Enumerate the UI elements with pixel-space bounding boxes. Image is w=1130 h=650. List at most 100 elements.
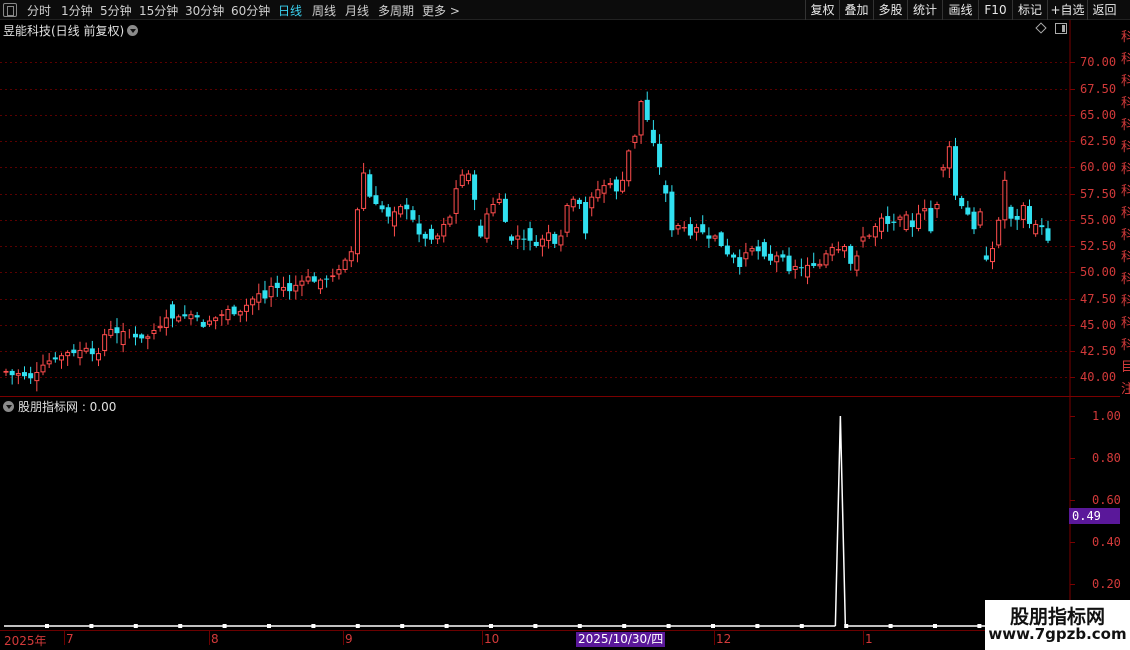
diamond-icon[interactable] [1035,22,1047,34]
indicator-title[interactable]: 股朋指标网 : 0.00 [3,398,116,415]
candle-down [761,242,767,257]
candle-down [428,228,434,240]
side-panel-text: 科 [1121,250,1130,265]
candle-down [811,263,817,266]
indicator-marker [89,624,94,628]
candle-up [15,373,21,376]
side-panel-text: 注 [1121,382,1130,397]
period-60min[interactable]: 60分钟 [231,2,270,19]
side-panel-edge[interactable]: 科科科科科科科科科科科科科科科目注 [1120,22,1130,626]
date-label-dec: 12 [716,632,732,646]
candle-up [977,211,983,226]
candle-down [1014,215,1020,220]
candle-up [280,286,286,291]
side-panel-text: 科 [1121,30,1130,45]
candle-down [132,333,138,338]
period-daily[interactable]: 日线 [278,2,302,19]
rights-adjust-button[interactable]: 复权 [805,0,839,20]
indicator-marker [45,624,49,628]
indicator-marker [178,624,183,628]
candle-down [768,253,774,261]
period-1min[interactable]: 1分钟 [61,2,93,19]
chevron-down-icon[interactable] [127,25,139,36]
candle-up [675,225,681,230]
candle-up [749,248,755,252]
candle-up [305,276,311,282]
candle-up [601,185,607,194]
side-panel-text: 科 [1121,316,1130,331]
period-monthly[interactable]: 月线 [345,2,369,19]
draw-line-button[interactable]: 画线 [942,0,978,20]
candle-up [145,336,151,339]
date-tick [714,631,715,645]
candle-up [95,353,101,361]
indicator-marker [133,624,138,628]
period-30min[interactable]: 30分钟 [185,2,224,19]
candle-up [120,331,126,346]
candle-down [669,191,675,231]
candle-down [798,267,804,269]
overlay-button[interactable]: 叠加 [839,0,873,20]
back-button[interactable]: 返回 [1087,0,1121,20]
indicator-dropdown-icon[interactable] [3,401,14,412]
candle-down [385,207,391,217]
candle-down [731,254,737,258]
indicator-marker [577,624,582,628]
kline-chart[interactable] [0,0,1130,650]
candle-down [953,146,959,196]
period-weekly[interactable]: 周线 [312,2,336,19]
candle-up [490,204,496,214]
period-multi[interactable]: 多周期 [378,2,414,19]
candle-up [940,167,946,171]
candle-down [971,211,977,230]
candle-up [854,255,860,271]
candle-up [250,298,256,306]
period-toolbar: 分时 1分钟 5分钟 15分钟 30分钟 60分钟 日线 周线 月线 多周期 更… [0,0,1130,20]
period-15min[interactable]: 15分钟 [139,2,178,19]
price-label: 42.50 [1080,343,1117,358]
date-label-aug: 8 [211,632,219,646]
candle-up [1033,223,1039,235]
candle-up [539,238,545,247]
candle-up [108,328,114,336]
candle-up [620,179,626,192]
candle-down [885,216,891,224]
candle-down [71,349,77,354]
candle-up [34,372,40,382]
date-label-oct: 10 [484,632,500,646]
indicator-marker [933,624,937,628]
candle-down [52,357,58,360]
candle-up [570,198,576,208]
period-more[interactable]: 更多 > [422,2,460,19]
indicator-marker [799,624,804,628]
chart-title[interactable]: 昱能科技(日线 前复权) [3,22,139,39]
candle-up [317,279,323,290]
period-5min[interactable]: 5分钟 [100,2,132,19]
candle-up [391,211,397,227]
window-menu-icon[interactable] [3,3,17,17]
panel-layout-icon[interactable] [1055,23,1067,34]
candle-down [737,257,743,267]
candle-up [293,284,299,292]
indicator-marker [311,624,316,628]
watermark-url: www.7gpzb.com [988,625,1127,643]
side-panel-text: 科 [1121,228,1130,243]
candle-down [404,204,410,210]
indicator-marker [400,624,405,628]
indicator-axis-label: 0.60 [1092,492,1121,507]
candle-down [169,304,175,319]
candle-down [983,255,989,260]
add-watchlist-button[interactable]: +自选 [1047,0,1087,20]
mark-button[interactable]: 标记 [1012,0,1047,20]
indicator-marker [222,624,227,628]
candle-down [324,278,330,280]
period-fenshi[interactable]: 分时 [27,2,51,19]
candle-up [829,247,835,256]
side-panel-text: 科 [1121,206,1130,221]
f10-button[interactable]: F10 [978,0,1012,20]
multi-stock-button[interactable]: 多股 [873,0,907,20]
candle-up [268,285,274,298]
candle-down [509,236,515,241]
cursor-date-badge: 2025/10/30/四 [576,632,666,647]
stats-button[interactable]: 统计 [907,0,942,20]
